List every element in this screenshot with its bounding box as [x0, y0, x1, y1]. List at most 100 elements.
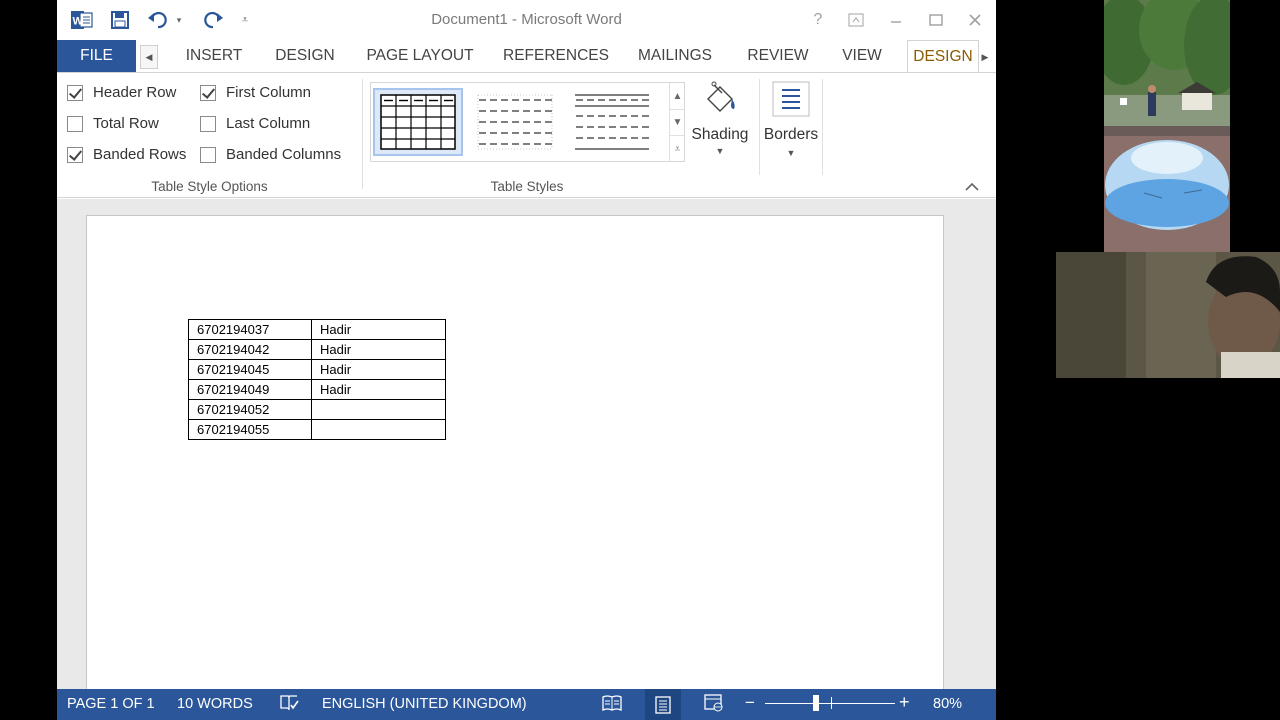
total-row-label: Total Row — [93, 115, 159, 132]
tab-page-layout[interactable]: PAGE LAYOUT — [363, 40, 477, 72]
banded-columns-label: Banded Columns — [226, 146, 342, 163]
header-row-checkbox[interactable] — [67, 84, 83, 101]
option-first-column[interactable]: First Column — [200, 84, 311, 101]
option-banded-columns[interactable]: Banded Columns — [200, 146, 341, 163]
shading-button[interactable]: Shading ▼ — [687, 81, 753, 156]
option-total-row[interactable]: Total Row — [67, 115, 159, 132]
table-row: 6702194042 Hadir — [188, 339, 446, 360]
table-styles-group-label: Table Styles — [490, 179, 564, 194]
table-cell[interactable]: Hadir — [311, 339, 446, 360]
borders-dropdown-icon: ▼ — [786, 148, 796, 158]
banded-rows-label: Banded Rows — [93, 146, 187, 163]
table-plain-icon — [575, 94, 649, 150]
shading-dropdown-icon: ▼ — [715, 146, 725, 156]
tab-view[interactable]: VIEW — [838, 40, 886, 72]
banded-rows-checkbox[interactable] — [67, 146, 83, 163]
option-banded-rows[interactable]: Banded Rows — [67, 146, 186, 163]
ribbon-display-options-icon[interactable] — [843, 9, 869, 31]
tab-insert[interactable]: INSERT — [181, 40, 247, 72]
table-row: 6702194049 Hadir — [188, 379, 446, 400]
table-cell[interactable]: 6702194037 — [188, 319, 312, 340]
last-column-checkbox[interactable] — [200, 115, 216, 132]
first-column-label: First Column — [226, 84, 312, 101]
table-styles-gallery: ▲ ▼ ⩡ — [370, 82, 685, 162]
borders-label: Borders — [763, 126, 819, 143]
header-row-label: Header Row — [93, 84, 177, 101]
table-cell[interactable] — [311, 399, 446, 420]
group-separator — [362, 79, 363, 189]
tab-file[interactable]: FILE — [57, 40, 136, 72]
tab-references[interactable]: REFERENCES — [503, 40, 609, 72]
zoom-in-icon[interactable]: + — [899, 692, 910, 713]
language-indicator[interactable]: ENGLISH (UNITED KINGDOM) — [322, 696, 527, 712]
table-style-plain-1[interactable] — [470, 88, 560, 156]
tab-table-design[interactable]: DESIGN — [907, 40, 979, 72]
maximize-icon[interactable] — [923, 9, 949, 31]
title-bar: W ▾ ⩡ Document1 - Microsoft Word ? — [57, 0, 996, 40]
table-style-grid[interactable] — [373, 88, 463, 156]
option-last-column[interactable]: Last Column — [200, 115, 310, 132]
gallery-scroll-up-icon[interactable]: ▲ — [669, 83, 685, 109]
zoom-out-icon[interactable]: − — [745, 693, 755, 713]
read-mode-icon[interactable] — [602, 694, 622, 716]
screen: W ▾ ⩡ Document1 - Microsoft Word ? FILE … — [0, 0, 1280, 720]
attendance-table[interactable]: 6702194037 Hadir 6702194042 Hadir 670219… — [188, 319, 446, 440]
group-separator — [822, 79, 823, 175]
participant-video-image — [1056, 252, 1280, 378]
close-icon[interactable] — [962, 9, 988, 31]
minimize-icon[interactable] — [883, 9, 909, 31]
tab-scroll-right-icon[interactable]: ▶ — [978, 45, 992, 69]
tab-review[interactable]: REVIEW — [743, 40, 813, 72]
last-column-label: Last Column — [226, 115, 311, 132]
zoom-slider[interactable] — [765, 695, 895, 711]
table-cell[interactable]: 6702194052 — [188, 399, 312, 420]
zoom-slider-center-tick — [831, 697, 832, 709]
ribbon: Header Row Total Row Banded Rows First C… — [57, 72, 996, 198]
table-style-options-group-label: Table Style Options — [151, 179, 268, 194]
video-thumbnail-1 — [1104, 0, 1230, 252]
print-layout-icon[interactable] — [645, 689, 681, 720]
table-cell[interactable]: Hadir — [311, 319, 446, 340]
gallery-more-icon[interactable]: ⩡ — [669, 135, 685, 162]
word-window: W ▾ ⩡ Document1 - Microsoft Word ? FILE … — [57, 0, 996, 720]
table-plain-icon — [477, 94, 553, 150]
table-cell[interactable] — [311, 419, 446, 440]
gallery-scroll-down-icon[interactable]: ▼ — [669, 109, 685, 135]
table-style-plain-2[interactable] — [567, 88, 657, 156]
ribbon-tabs: FILE ◀ INSERT DESIGN PAGE LAYOUT REFEREN… — [57, 40, 996, 72]
table-row: 6702194055 — [188, 419, 446, 440]
table-row: 6702194052 — [188, 399, 446, 420]
banded-columns-checkbox[interactable] — [200, 146, 216, 163]
table-cell[interactable]: 6702194055 — [188, 419, 312, 440]
document-area: 6702194037 Hadir 6702194042 Hadir 670219… — [57, 199, 996, 695]
participant-video-image — [1104, 0, 1230, 252]
web-layout-icon[interactable] — [704, 694, 724, 716]
table-row: 6702194037 Hadir — [188, 319, 446, 340]
zoom-slider-thumb[interactable] — [813, 695, 820, 711]
word-count[interactable]: 10 WORDS — [177, 696, 253, 712]
page-count[interactable]: PAGE 1 OF 1 — [67, 696, 155, 712]
tab-mailings[interactable]: MAILINGS — [632, 40, 718, 72]
total-row-checkbox[interactable] — [67, 115, 83, 132]
table-cell[interactable]: Hadir — [311, 379, 446, 400]
paint-bucket-icon — [707, 81, 735, 112]
collapse-ribbon-icon[interactable] — [965, 181, 979, 195]
zoom-level[interactable]: 80% — [933, 696, 962, 712]
borders-button[interactable]: Borders ▼ — [760, 81, 822, 158]
help-button[interactable]: ? — [805, 9, 831, 31]
table-row: 6702194045 Hadir — [188, 359, 446, 380]
tab-scroll-left-icon[interactable]: ◀ — [140, 45, 158, 69]
video-thumbnail-2 — [1056, 252, 1280, 378]
shading-label: Shading — [691, 126, 749, 143]
option-header-row[interactable]: Header Row — [67, 84, 176, 101]
tab-design[interactable]: DESIGN — [269, 40, 341, 72]
table-grid-icon — [380, 94, 456, 150]
first-column-checkbox[interactable] — [200, 84, 216, 101]
table-cell[interactable]: Hadir — [311, 359, 446, 380]
table-cell[interactable]: 6702194045 — [188, 359, 312, 380]
table-cell[interactable]: 6702194049 — [188, 379, 312, 400]
borders-icon — [772, 81, 810, 117]
proofing-icon[interactable] — [279, 694, 299, 716]
document-page[interactable]: 6702194037 Hadir 6702194042 Hadir 670219… — [86, 215, 944, 695]
table-cell[interactable]: 6702194042 — [188, 339, 312, 360]
